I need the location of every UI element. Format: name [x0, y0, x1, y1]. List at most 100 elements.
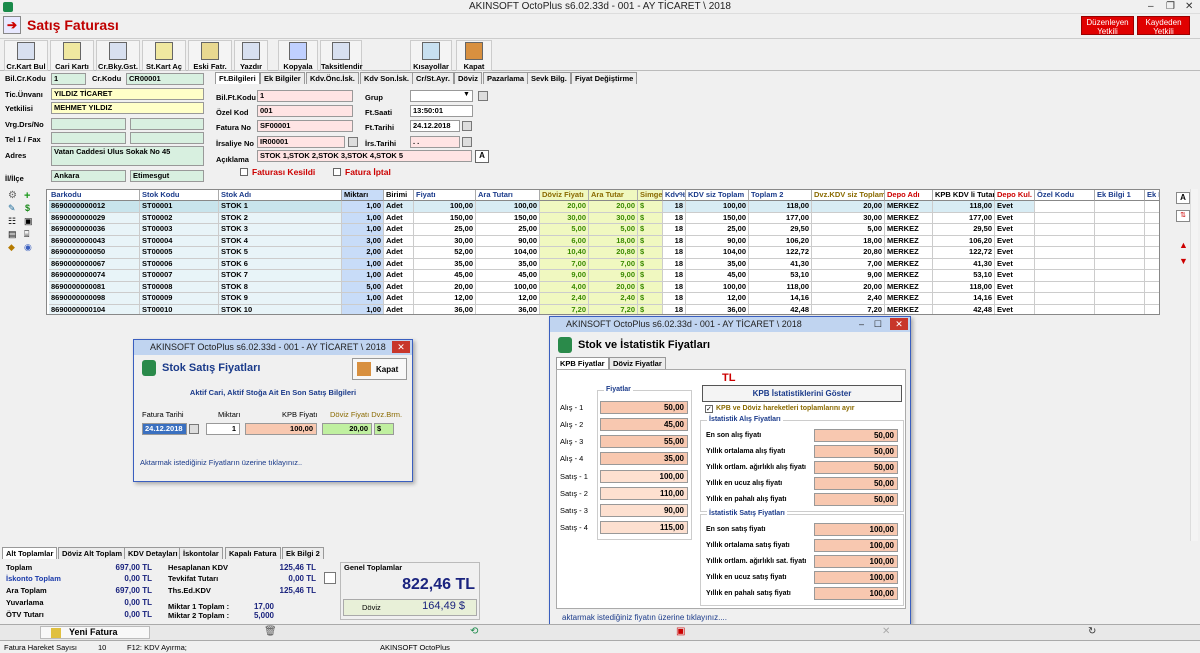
table-cell[interactable]: 18: [663, 201, 686, 213]
table-cell[interactable]: ST00004: [140, 235, 219, 247]
table-cell[interactable]: 30,00: [812, 212, 885, 224]
calendar-icon[interactable]: [462, 137, 472, 147]
irsaliye-no-field[interactable]: IR00001: [257, 136, 345, 148]
eski-fatr-button[interactable]: Eski Fatr.: [188, 40, 232, 71]
table-cell[interactable]: 8690000000043: [49, 235, 140, 247]
table-cell[interactable]: 177,00: [749, 212, 812, 224]
table-cell[interactable]: 18: [663, 212, 686, 224]
table-cell[interactable]: 118,00: [933, 201, 995, 213]
table-cell[interactable]: 7,20: [540, 304, 589, 314]
notes-icon[interactable]: [324, 572, 336, 584]
table-cell[interactable]: Evet: [995, 304, 1035, 314]
table-cell[interactable]: 18: [663, 270, 686, 282]
kpb-fiyati-field[interactable]: 100,00: [245, 423, 317, 435]
table-cell[interactable]: 20,80: [812, 247, 885, 259]
faturasi-kesildi-checkbox[interactable]: [240, 168, 248, 176]
cr-bky-gst-button[interactable]: Cr.Bky.Gst.: [96, 40, 140, 71]
move-down-icon[interactable]: ▼: [1179, 256, 1188, 266]
table-cell[interactable]: 1,00: [342, 293, 384, 305]
tab-ek-bilgi-2[interactable]: Ek Bilgi 2: [282, 547, 324, 559]
table-cell[interactable]: ST00001: [140, 201, 219, 213]
table-cell[interactable]: 8690000000067: [49, 258, 140, 270]
table-cell[interactable]: 2,40: [812, 293, 885, 305]
table-cell[interactable]: 18,00: [812, 235, 885, 247]
duzenleyen-yetkili-button[interactable]: Düzenleyen Yetkili: [1081, 16, 1134, 36]
fiyat-value[interactable]: 110,00: [600, 487, 688, 500]
table-cell[interactable]: [1095, 235, 1145, 247]
table-cell[interactable]: [1035, 281, 1095, 293]
table-cell[interactable]: 20,00: [812, 201, 885, 213]
table-cell[interactable]: Evet: [995, 270, 1035, 282]
aciklama-field[interactable]: STOK 1,STOK 2,STOK 3,STOK 4,STOK 5: [257, 150, 472, 162]
table-cell[interactable]: 90,00: [476, 235, 540, 247]
table-cell[interactable]: ST00010: [140, 304, 219, 314]
minimize-icon[interactable]: –: [859, 317, 864, 331]
table-cell[interactable]: [1145, 213, 1159, 224]
tab-pazarlama[interactable]: Pazarlama: [483, 72, 529, 84]
table-row[interactable]: 8690000000074 ST00007 STOK 7 1,00 Adet 45,00 4…: [47, 270, 1159, 282]
fiyat-value[interactable]: 35,00: [600, 452, 688, 465]
table-cell[interactable]: Evet: [995, 247, 1035, 259]
column-header[interactable]: Dvz.KDV siz Toplam: [812, 190, 885, 201]
table-cell[interactable]: STOK 4: [219, 235, 342, 247]
table-cell[interactable]: 25,00: [686, 224, 749, 236]
table-cell[interactable]: [1035, 304, 1095, 314]
table-cell[interactable]: 9,00: [589, 270, 638, 282]
save-icon[interactable]: ▣: [676, 626, 685, 637]
column-header[interactable]: Döviz Fiyatı: [540, 190, 589, 201]
doviz-fiyati-field[interactable]: 20,00: [322, 423, 372, 435]
tab-kdv-onc-isk[interactable]: Kdv.Önc.İsk.: [306, 72, 359, 84]
db-icon[interactable]: ◉: [24, 242, 32, 253]
table-cell[interactable]: 100,00: [686, 201, 749, 213]
table-cell[interactable]: $: [638, 212, 663, 224]
tab-kpb-fiyatlar[interactable]: KPB Fiyatlar: [556, 357, 609, 369]
table-cell[interactable]: Adet: [384, 201, 414, 213]
fiyat-value[interactable]: 50,00: [600, 401, 688, 414]
table-cell[interactable]: 100,00: [476, 281, 540, 293]
fatura-iptal-checkbox[interactable]: [333, 168, 341, 176]
table-cell[interactable]: 1,00: [342, 304, 384, 314]
table-cell[interactable]: Adet: [384, 247, 414, 259]
column-header[interactable]: Ek Bilgi 2: [1145, 190, 1159, 201]
table-cell[interactable]: 150,00: [476, 212, 540, 224]
table-cell[interactable]: [1095, 281, 1145, 293]
table-row[interactable]: 8690000000104 ST00010 STOK 10 1,00 Adet 36,00…: [47, 304, 1159, 314]
info-icon[interactable]: ✎: [8, 203, 16, 214]
table-cell[interactable]: 42,48: [749, 304, 812, 314]
close-icon[interactable]: ✕: [890, 318, 908, 330]
items-grid[interactable]: Barkodu Stok Kodu Stok Adı Miktarı Birimi Fiy…: [46, 189, 1160, 315]
table-cell[interactable]: $: [638, 304, 663, 314]
table-cell[interactable]: [1095, 258, 1145, 270]
table-cell[interactable]: [1035, 293, 1095, 305]
table-cell[interactable]: 7,00: [540, 258, 589, 270]
tab-kapali-fatura[interactable]: Kapalı Fatura: [225, 547, 281, 559]
table-cell[interactable]: [1145, 247, 1159, 259]
fiyat-value[interactable]: 100,00: [600, 470, 688, 483]
tab-kdv-detaylari[interactable]: KDV Detayları: [124, 547, 182, 559]
table-cell[interactable]: [1035, 224, 1095, 236]
table-cell[interactable]: 104,00: [476, 247, 540, 259]
yazdir-button[interactable]: Yazdır: [234, 40, 268, 71]
fax-field[interactable]: [130, 132, 204, 144]
box-icon[interactable]: ◆: [8, 242, 15, 253]
table-cell[interactable]: STOK 1: [219, 201, 342, 213]
column-header[interactable]: Stok Adı: [219, 190, 342, 201]
tab-doviz-alt-toplam[interactable]: Döviz Alt Toplam: [58, 547, 126, 559]
table-cell[interactable]: Evet: [995, 258, 1035, 270]
table-cell[interactable]: STOK 5: [219, 247, 342, 259]
table-cell[interactable]: 18: [663, 235, 686, 247]
table-cell[interactable]: 25,00: [414, 224, 476, 236]
miktari-field[interactable]: 1: [206, 423, 240, 435]
grup-lookup-icon[interactable]: [478, 91, 488, 101]
satis-stat-value[interactable]: 100,00: [814, 555, 898, 568]
list-icon[interactable]: ☷: [8, 216, 16, 227]
table-cell[interactable]: 20,00: [540, 201, 589, 213]
table-cell[interactable]: 29,50: [749, 224, 812, 236]
vertical-scrollbar[interactable]: [1190, 189, 1198, 541]
kisayollar-button[interactable]: Kısayollar: [410, 40, 452, 71]
kopyala-button[interactable]: Kopyala: [278, 40, 318, 71]
gear-icon[interactable]: ⚙: [8, 190, 17, 201]
table-cell[interactable]: STOK 2: [219, 212, 342, 224]
aciklama-font-button[interactable]: A: [475, 150, 489, 163]
table-cell[interactable]: 8690000000029: [49, 212, 140, 224]
